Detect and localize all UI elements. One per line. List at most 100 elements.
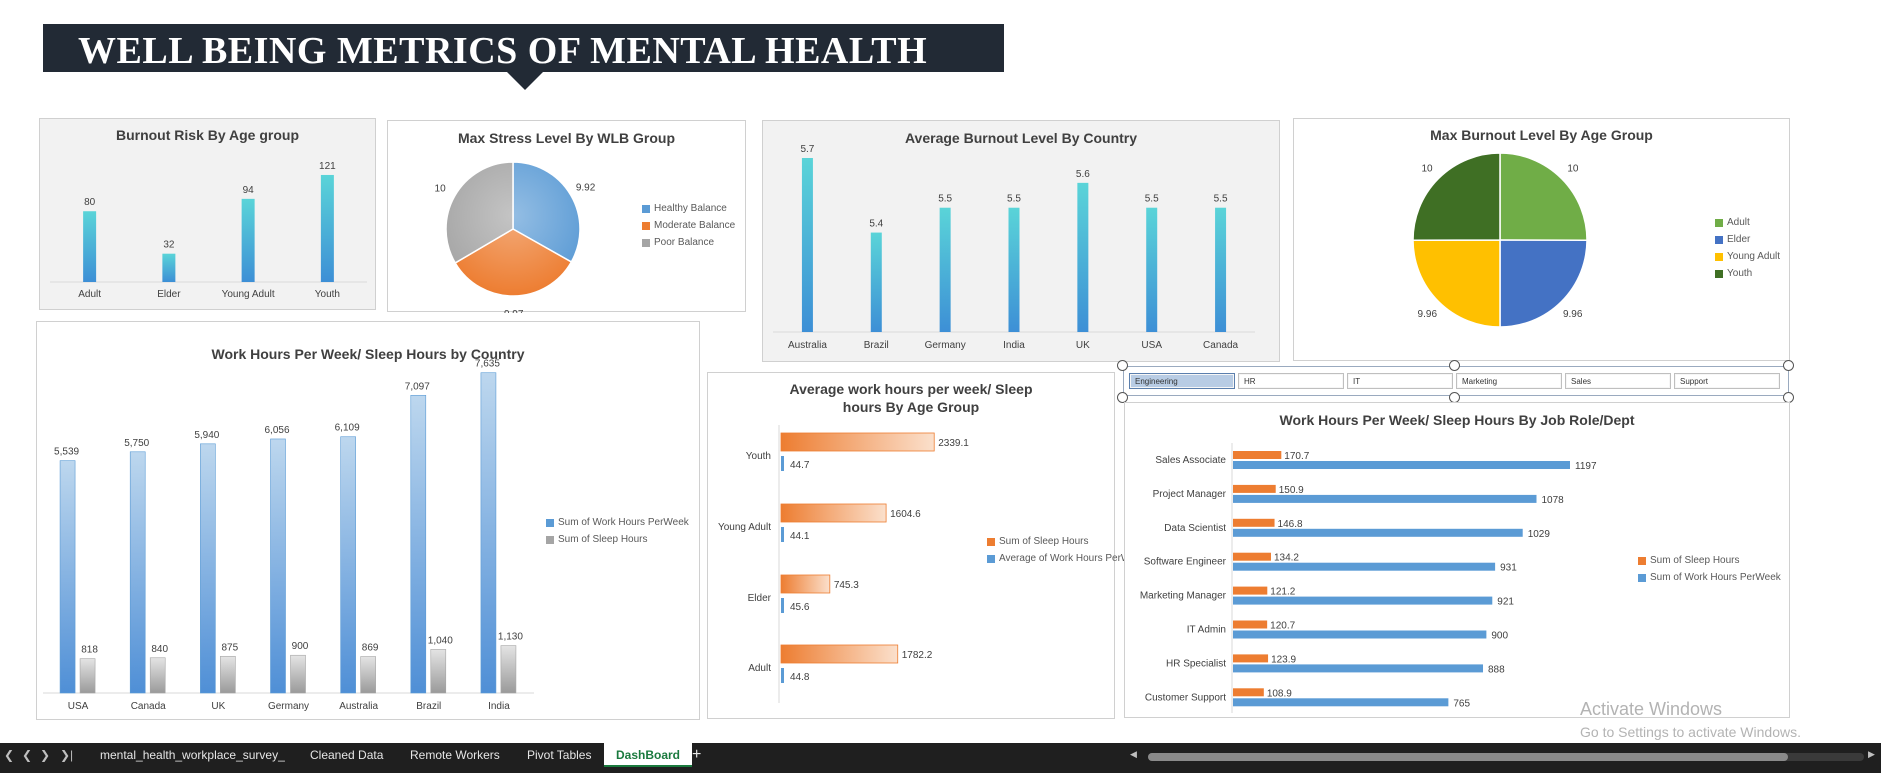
bar [1233, 630, 1487, 639]
bar [1233, 451, 1282, 459]
legend-label: Moderate Balance [654, 220, 736, 231]
slicer-item-it[interactable]: IT [1347, 373, 1453, 389]
tick-label: Canada [131, 701, 166, 712]
resize-handle[interactable] [1783, 360, 1794, 371]
data-label: 5,940 [194, 430, 219, 441]
legend-label: Sum of Work Hours PerWeek [558, 517, 689, 528]
pie-shine [446, 162, 580, 296]
data-label: 875 [222, 642, 239, 653]
scroll-last-icon[interactable]: ❯| [60, 748, 73, 762]
sheet-tab-dashboard[interactable]: DashBoard [604, 743, 693, 767]
data-label: 7,635 [475, 359, 500, 370]
data-label: 6,109 [335, 423, 360, 434]
tick-label: Youth [315, 289, 340, 300]
data-label: 888 [1488, 664, 1505, 675]
data-label: 1029 [1528, 529, 1551, 540]
tick-label: Australia [788, 340, 827, 351]
data-label: 10 [435, 183, 447, 194]
scroll-next-icon[interactable]: ❯ [40, 748, 50, 762]
data-label: 108.9 [1267, 688, 1292, 699]
tick-label: Young Adult [718, 522, 771, 533]
hscroll-left-icon[interactable]: ◀ [1130, 749, 1137, 760]
hscroll-right-icon[interactable]: ▶ [1868, 749, 1875, 760]
chart-legend: Adult Elder Young Adult Youth [1715, 217, 1780, 285]
resize-handle[interactable] [1449, 360, 1460, 371]
legend-label: Sum of Sleep Hours [1650, 555, 1740, 566]
bar [220, 655, 236, 694]
legend-item: Adult [1715, 217, 1780, 228]
bar [780, 503, 887, 523]
legend-label: Healthy Balance [654, 203, 727, 214]
data-label: 170.7 [1284, 451, 1309, 462]
bar [801, 158, 813, 332]
scroll-prev-icon[interactable]: ❮ [22, 748, 32, 762]
legend-swatch [1715, 270, 1723, 278]
data-label: 121.2 [1270, 587, 1295, 598]
bar [360, 656, 376, 694]
chart-work-sleep-country[interactable]: Work Hours Per Week/ Sleep Hours by Coun… [36, 321, 700, 720]
legend-swatch [546, 536, 554, 544]
chart-burnout-risk[interactable]: Burnout Risk By Age group 80 Adult 32 Elder… [39, 118, 376, 310]
bar [430, 649, 447, 694]
scroll-first-icon[interactable]: ❮ [4, 748, 14, 762]
bar [1233, 654, 1269, 663]
legend-item: Sum of Work Hours PerWeek [546, 517, 689, 528]
data-label: 745.3 [834, 580, 859, 591]
sheet-tab-remote-workers[interactable]: Remote Workers [410, 743, 500, 767]
chart-avg-burnout-country[interactable]: Average Burnout Level By Country 5.7 Aust… [762, 120, 1280, 362]
data-label: 146.8 [1278, 519, 1303, 530]
legend-swatch [642, 222, 650, 230]
bar [129, 451, 146, 694]
bar [870, 232, 882, 332]
tick-label: Data Scientist [1164, 523, 1226, 534]
scrollbar-thumb[interactable] [1148, 753, 1788, 761]
data-label: 120.7 [1270, 621, 1295, 632]
sheet-tab-cleaned-data[interactable]: Cleaned Data [310, 743, 383, 767]
tick-label: USA [1141, 340, 1162, 351]
add-sheet-icon[interactable]: + [692, 746, 701, 764]
sheet-tab-mental-health-workplace-survey[interactable]: mental_health_workplace_survey_ [100, 743, 285, 767]
sheet-tab-pivot-tables[interactable]: Pivot Tables [527, 743, 591, 767]
data-label: 5.4 [869, 219, 883, 230]
activation-watermark-title: Activate Windows [1580, 699, 1723, 719]
legend-item: Sum of Sleep Hours [1638, 555, 1781, 566]
slicer-item-sales[interactable]: Sales [1565, 373, 1671, 389]
chart-max-burnout-age[interactable]: Max Burnout Level By Age Group 10 9.96 9.9… [1293, 118, 1790, 361]
slicer-item-engineering[interactable]: Engineering [1129, 373, 1235, 389]
data-label: 123.9 [1271, 654, 1296, 665]
bar [1233, 494, 1537, 503]
data-label: 5.5 [1145, 194, 1159, 205]
slicer-item-hr[interactable]: HR [1238, 373, 1344, 389]
legend-swatch [642, 239, 650, 247]
bar [1215, 207, 1227, 332]
tick-label: IT Admin [1187, 625, 1226, 636]
chart-legend: Healthy Balance Moderate Balance Poor Bala… [642, 203, 735, 254]
data-label: 121 [319, 161, 336, 172]
tick-label: Adult [78, 289, 101, 300]
slicer-item-marketing[interactable]: Marketing [1456, 373, 1562, 389]
banner-arrow [507, 72, 543, 90]
legend-item: Youth [1715, 268, 1780, 279]
slicer-item-support[interactable]: Support [1674, 373, 1780, 389]
data-label: 134.2 [1274, 553, 1299, 564]
legend-item: Sum of Sleep Hours [546, 534, 689, 545]
tick-label: Germany [268, 701, 309, 712]
data-label: 1078 [1541, 495, 1564, 506]
bar [781, 527, 784, 542]
tick-label: Brazil [416, 701, 441, 712]
resize-handle[interactable] [1117, 360, 1128, 371]
bar [410, 394, 427, 694]
bar [1233, 484, 1276, 493]
bar [781, 598, 784, 613]
legend-swatch [987, 538, 995, 546]
chart-canvas: 80 Adult 32 Elder 94 Young Adult 121 Youth [50, 161, 367, 300]
chart-work-sleep-role[interactable]: Work Hours Per Week/ Sleep Hours By Job … [1124, 402, 1790, 718]
chart-max-stress[interactable]: Max Stress Level By WLB Group 9.929.9710… [387, 120, 746, 313]
bar [320, 174, 334, 282]
data-label: 32 [163, 240, 175, 251]
chart-work-sleep-age[interactable]: Average work hours per week/ Sleep hours… [707, 372, 1146, 719]
horizontal-scrollbar[interactable] [1148, 753, 1864, 761]
bar [1233, 562, 1496, 571]
legend-swatch [987, 555, 995, 563]
tick-label: USA [68, 701, 89, 712]
